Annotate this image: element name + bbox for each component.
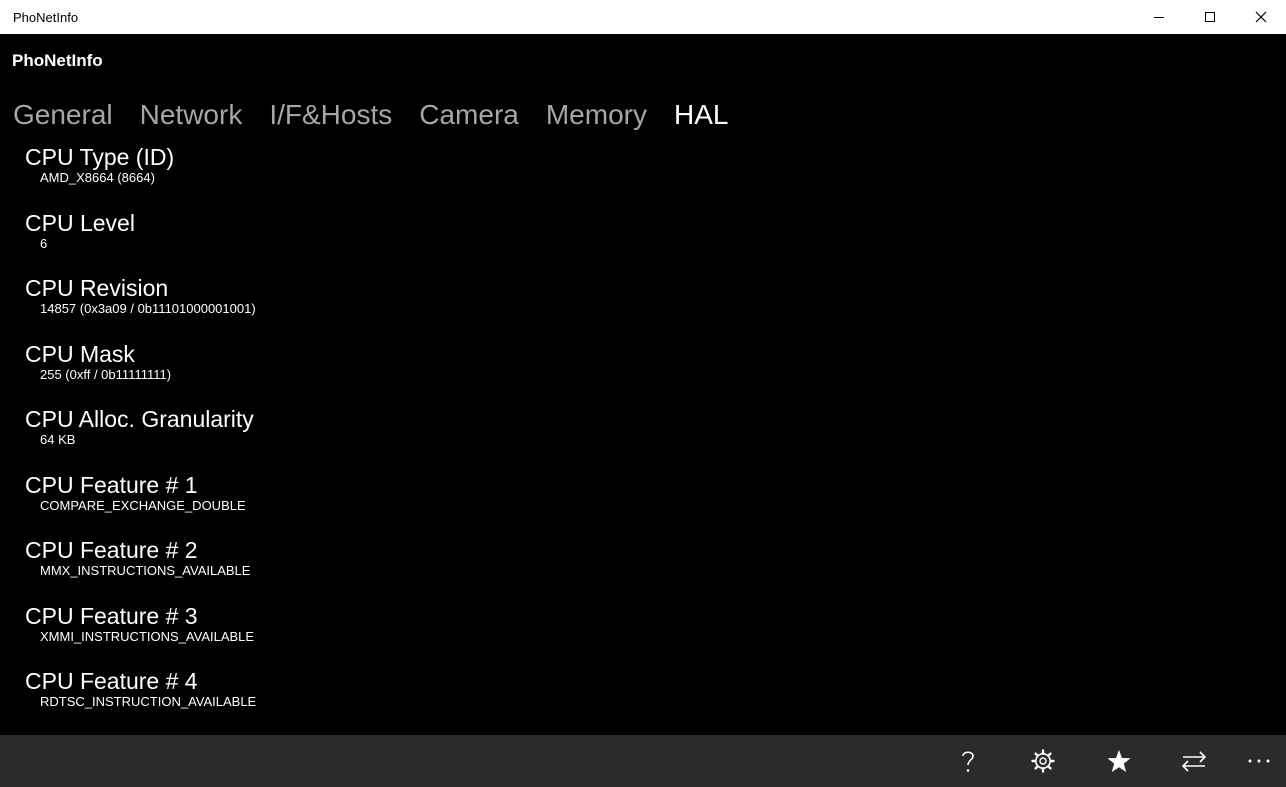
list-item: CPU Feature # 1 COMPARE_EXCHANGE_DOUBLE [25,470,256,536]
item-title: CPU Type (ID) [25,144,175,170]
tab-network[interactable]: Network [140,97,243,133]
tab-if-hosts[interactable]: I/F&Hosts [269,97,392,133]
item-title: CPU Alloc. Granularity [25,406,254,432]
list-item: CPU Feature # 3 XMMI_INSTRUCTIONS_AVAILA… [25,601,256,667]
maximize-icon [1204,12,1215,22]
list-item: CPU Revision 14857 (0x3a09 / 0b111010000… [25,273,256,339]
close-icon [1255,11,1266,23]
item-value: XMMI_INSTRUCTIONS_AVAILABLE [40,628,255,644]
list-item: CPU Type (ID) AMD_X8664 (8664) [25,142,256,208]
item-value: 64 KB [40,432,76,447]
tab-hal[interactable]: HAL [674,97,728,133]
settings-icon [1031,749,1055,773]
maximize-button[interactable] [1184,0,1235,34]
list-item: CPU Mask 255 (0xff / 0b11111111) [25,339,256,405]
window-controls [1133,0,1286,34]
item-title: CPU Mask [25,340,135,367]
item-title: CPU Feature # 2 [25,537,198,563]
app-title: PhoNetInfo [12,51,103,70]
item-value: AMD_X8664 (8664) [40,170,155,185]
minimize-icon [1153,17,1164,18]
swap-button[interactable] [1169,735,1219,787]
item-title: CPU Revision [25,275,169,301]
item-value: 14857 (0x3a09 / 0b11101000001001) [40,301,256,316]
more-button[interactable] [1234,735,1284,787]
item-title: CPU Level [25,209,135,236]
item-value: 6 [40,235,48,251]
item-value: RDTSC_INSTRUCTION_AVAILABLE [40,694,257,709]
item-value: MMX_INSTRUCTIONS_AVAILABLE [40,563,251,578]
list-item: CPU Feature # 4 RDTSC_INSTRUCTION_AVAILA… [25,666,256,732]
item-value: COMPARE_EXCHANGE_DOUBLE [40,497,246,513]
item-title: CPU Feature # 1 [25,471,198,498]
help-button[interactable] [943,735,993,787]
list-item: CPU Feature # 2 MMX_INSTRUCTIONS_AVAILAB… [25,535,256,601]
settings-button[interactable] [1018,735,1068,787]
tab-general[interactable]: General [13,97,113,133]
tab-camera[interactable]: Camera [419,97,519,133]
tab-memory[interactable]: Memory [546,97,647,133]
app-command-bar [0,735,1286,787]
swap-icon [1181,751,1207,772]
window-titlebar: PhoNetInfo [0,0,1286,34]
help-icon [962,751,974,772]
favorite-button[interactable] [1094,735,1144,787]
more-icon [1248,759,1270,763]
favorite-icon [1107,750,1131,772]
list-item: CPU Alloc. Granularity 64 KB [25,404,256,470]
item-title: CPU Feature # 3 [25,602,198,629]
list-item: CPU Level 6 [25,208,256,274]
item-title: CPU Feature # 4 [25,668,198,694]
window-title: PhoNetInfo [13,9,79,25]
pivot-tabs: General Network I/F&Hosts Camera Memory … [13,97,755,133]
close-button[interactable] [1235,0,1286,34]
minimize-button[interactable] [1133,0,1184,34]
hal-info-list: CPU Type (ID) AMD_X8664 (8664) CPU Level… [25,142,256,732]
item-value: 255 (0xff / 0b11111111) [40,366,172,382]
